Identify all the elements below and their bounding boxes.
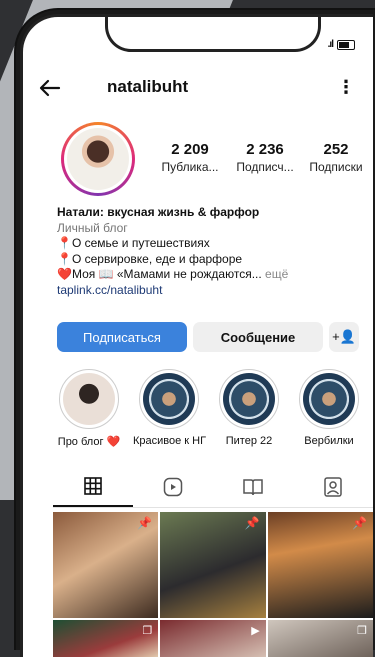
avatar-photo <box>67 128 129 190</box>
grid-icon[interactable] <box>53 467 133 507</box>
reels-icon[interactable] <box>133 467 213 507</box>
pin-icon: 📌 <box>352 516 367 530</box>
stat-following[interactable]: 252 Подписки <box>301 141 371 174</box>
highlight-cover <box>303 373 355 425</box>
highlight-cover <box>63 373 115 425</box>
profile-username: natalibuht <box>107 77 189 96</box>
highlight-verbilki[interactable]: Вербилки <box>293 369 365 448</box>
carousel-icon: ❐ <box>357 625 367 637</box>
post-thumbnail[interactable]: 📌 <box>53 512 159 618</box>
highlight-cover <box>143 373 195 425</box>
stat-posts[interactable]: 2 209 Публика... <box>151 141 229 174</box>
post-thumbnail[interactable]: ❐ <box>267 620 373 657</box>
post-thumbnail[interactable]: 📌 <box>267 512 373 618</box>
bio-line-2: 📍О сервировке, еде и фарфоре <box>57 251 243 266</box>
battery-icon <box>337 39 355 50</box>
highlight-about-blog[interactable]: Про блог ❤️ <box>53 369 125 448</box>
pin-icon: 📌 <box>137 516 153 530</box>
pin-icon: 📌 <box>244 516 260 530</box>
phone-screen: .ıl natalibuht ⋮ 2 209 Публика... 2 236 … <box>20 14 373 657</box>
profile-tabs <box>53 467 373 508</box>
suggest-people-button[interactable]: +👤 <box>329 322 359 352</box>
bio-name: Натали: вкусная жизнь & фарфор <box>57 205 260 219</box>
post-thumbnail[interactable]: ❐ <box>53 620 159 657</box>
posts-grid: 📌 📌 📌 ❐ ▶ ❐ <box>53 512 373 657</box>
message-button[interactable]: Сообщение <box>193 322 323 352</box>
profile-stats: 2 209 Публика... 2 236 Подписч... 252 По… <box>151 141 373 174</box>
tagged-icon[interactable] <box>293 467 373 507</box>
reel-icon: ▶ <box>251 625 260 637</box>
carousel-icon: ❐ <box>142 625 153 637</box>
profile-header: natalibuht ⋮ <box>23 75 373 105</box>
story-highlights: Про блог ❤️ Красивое к НГ Питер 22 Верби… <box>53 369 373 448</box>
bio-more-link[interactable]: ещё <box>262 267 288 281</box>
profile-bio: Натали: вкусная жизнь & фарфор Личный бл… <box>57 205 363 298</box>
stat-followers[interactable]: 2 236 Подписч... <box>229 141 301 174</box>
bio-line-3: ❤️Моя 📖 «Мамами не рождаются... ещё <box>57 267 289 281</box>
signal-icon: .ıl <box>327 39 334 50</box>
guide-icon[interactable] <box>213 467 293 507</box>
bio-link[interactable]: taplink.cc/natalibuht <box>57 283 363 299</box>
bio-category: Личный блог <box>57 220 128 235</box>
highlight-beautiful-ng[interactable]: Красивое к НГ <box>133 369 206 448</box>
more-options-icon[interactable]: ⋮ <box>337 77 355 98</box>
highlight-cover <box>223 373 275 425</box>
back-arrow-icon[interactable] <box>37 75 63 101</box>
highlight-piter[interactable]: Питер 22 <box>213 369 285 448</box>
phone-notch <box>105 17 321 52</box>
profile-avatar[interactable] <box>61 122 135 196</box>
follow-button[interactable]: Подписаться <box>57 322 187 352</box>
status-bar: .ıl <box>328 39 355 50</box>
post-thumbnail[interactable]: ▶ <box>160 620 266 657</box>
bio-line-1: 📍О семье и путешествиях <box>57 236 210 250</box>
post-thumbnail[interactable]: 📌 <box>160 512 266 618</box>
profile-actions: Подписаться Сообщение +👤 <box>57 322 363 352</box>
